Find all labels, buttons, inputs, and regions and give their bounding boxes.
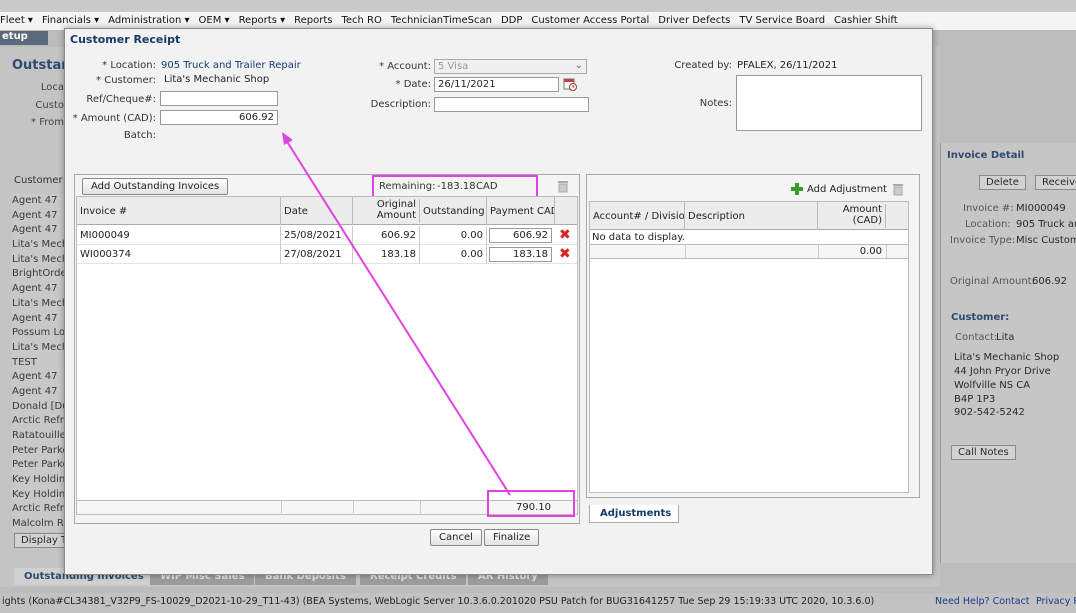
annotation-arrow <box>282 132 511 496</box>
arrowhead <box>282 132 293 145</box>
